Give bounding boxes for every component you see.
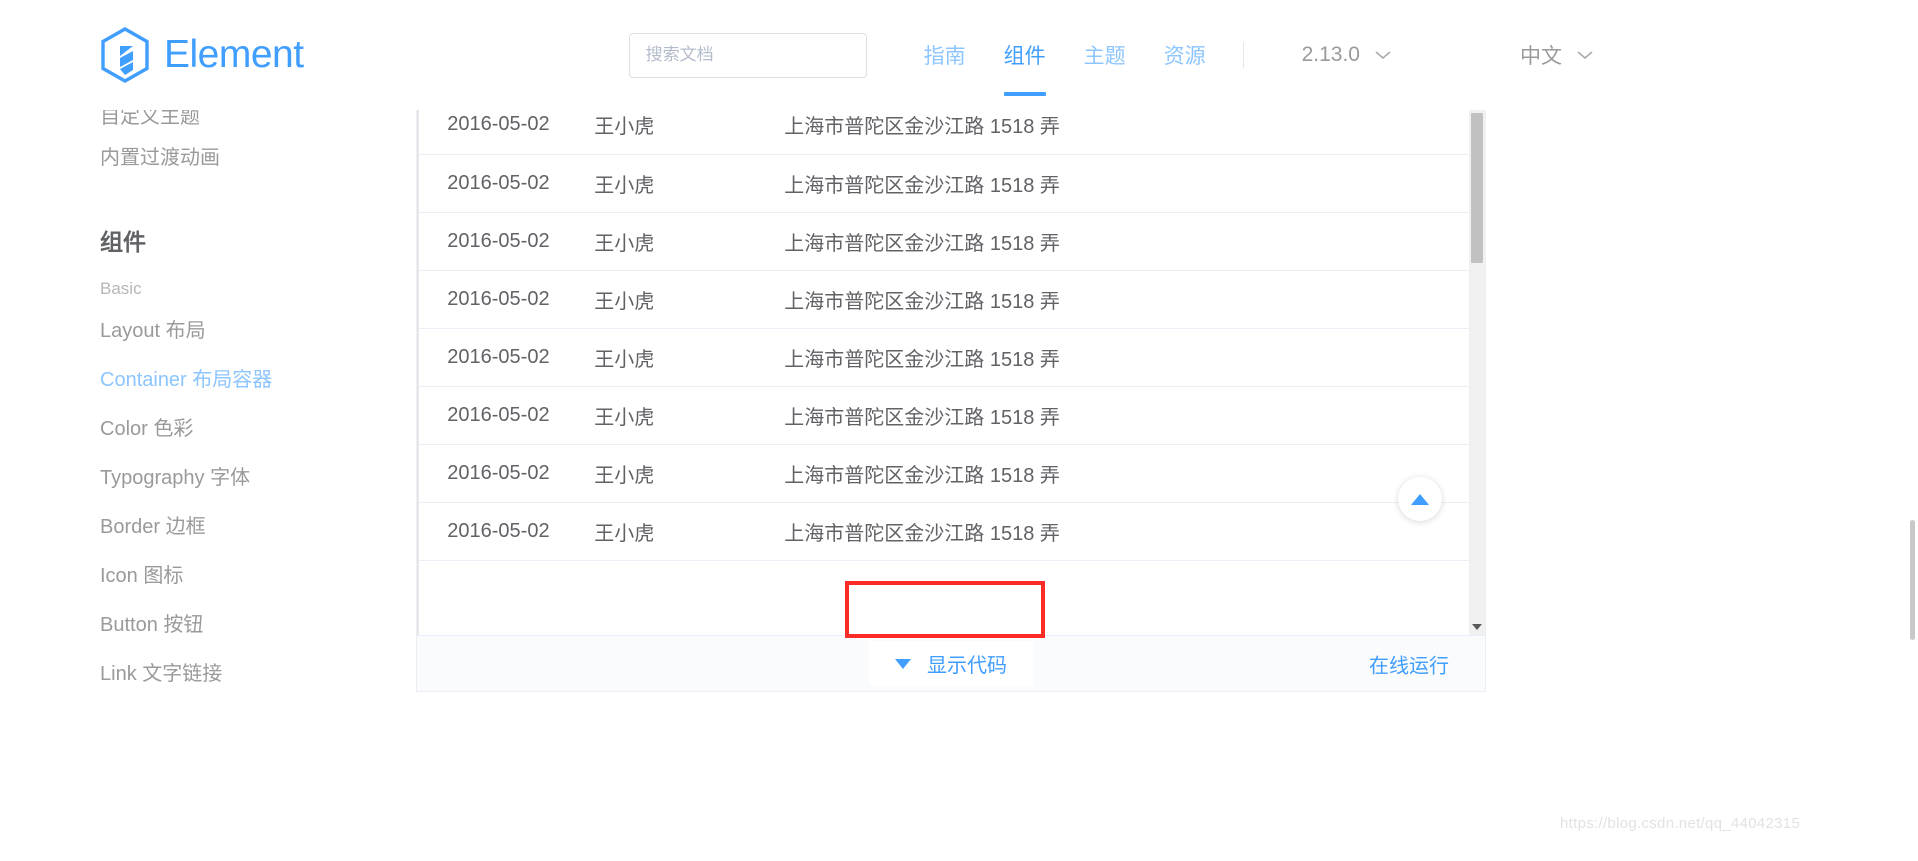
sidebar-item-icon[interactable]: Icon 图标 [100,552,416,601]
cell-name: 王小虎 [594,270,785,329]
sidebar-item-link[interactable]: Link 文字链接 [100,650,416,699]
table-row: 2016-05-02 王小虎 上海市普陀区金沙江路 1518 弄 [419,154,1485,213]
language-label: 中文 [1519,45,1562,68]
main-nav: 指南 组件 主题 资源 [905,0,1225,110]
sidebar-heading-components: 组件 [100,229,146,255]
demo-preview-card: 选项2 分组2 选项3 选项4 [416,95,1486,635]
table-row: 2016-05-02 王小虎 上海市普陀区金沙江路 1518 弄 [419,212,1485,271]
chevron-down-icon [1374,43,1392,67]
sidebar-item-layout[interactable]: Layout 布局 [100,307,416,356]
element-hexagon-logo-icon [100,27,150,83]
cell-address: 上海市普陀区金沙江路 1518 弄 [784,270,1485,329]
language-dropdown[interactable]: 中文 [1510,40,1604,70]
table-row: 2016-05-02 王小虎 上海市普陀区金沙江路 1518 弄 [419,444,1485,503]
version-label: 2.13.0 [1301,43,1360,66]
show-code-label: 显示代码 [927,655,1007,677]
site-header: Element 指南 组件 主题 资源 2.13.0 中文 [0,0,1918,110]
table-body: 2016-05-02 王小虎 上海市普陀区金沙江路 1518 弄 2016-05… [419,96,1485,561]
cell-date: 2016-05-02 [419,328,595,387]
watermark-text: https://blog.csdn.net/qq_44042315 [1560,815,1801,832]
sidebar-group-basic: Basic [100,279,142,298]
cell-address: 上海市普陀区金沙江路 1518 弄 [784,502,1485,561]
scroll-down-arrow-icon[interactable] [1469,618,1485,635]
sidebar-item-transitions[interactable]: 内置过渡动画 [100,134,416,183]
run-online-link[interactable]: 在线运行 [1369,649,1449,678]
brand-name: Element [164,33,304,76]
cell-name: 王小虎 [594,212,785,271]
sidebar-item-custom-theme[interactable]: 自定义主题 [100,110,416,134]
sidebar-item-container[interactable]: Container 布局容器 [100,356,416,405]
cell-name: 王小虎 [594,328,785,387]
nav-item-guide[interactable]: 指南 [905,0,985,110]
brand[interactable]: Element [100,27,304,83]
nav-item-theme[interactable]: 主题 [1065,0,1145,110]
scroll-down-arrow-icon[interactable] [417,618,418,635]
sidebar-item-border[interactable]: Border 边框 [100,503,416,552]
sidebar-item-button[interactable]: Button 按钮 [100,601,416,650]
docs-sidebar: 自定义主题 内置过渡动画 组件 Basic Layout 布局 Containe… [0,110,416,861]
table-row: 2016-05-02 王小虎 上海市普陀区金沙江路 1518 弄 [419,270,1485,329]
triangle-up-icon [1411,493,1429,505]
version-dropdown[interactable]: 2.13.0 [1292,43,1402,67]
cell-address: 上海市普陀区金沙江路 1518 弄 [784,444,1485,503]
cell-date: 2016-05-02 [419,386,595,445]
cell-name: 王小虎 [594,444,785,503]
cell-address: 上海市普陀区金沙江路 1518 弄 [784,386,1485,445]
sidebar-item-typography[interactable]: Typography 字体 [100,454,416,503]
menu-scrollbar[interactable] [417,96,418,635]
show-code-button[interactable]: 显示代码 [869,641,1033,686]
cell-name: 王小虎 [594,502,785,561]
cell-address: 上海市普陀区金沙江路 1518 弄 [784,212,1485,271]
triangle-down-icon [895,658,911,669]
demo-data-table: 2016-05-02 王小虎 上海市普陀区金沙江路 1518 弄 2016-05… [419,96,1485,635]
table-row: 2016-05-02 王小虎 上海市普陀区金沙江路 1518 弄 [419,328,1485,387]
nav-item-resources[interactable]: 资源 [1145,0,1225,110]
chevron-down-icon [1576,43,1594,67]
cell-date: 2016-05-02 [419,502,595,561]
page-scrollbar-thumb[interactable] [1910,520,1915,640]
header-divider [1242,42,1244,68]
search-input[interactable] [628,32,867,78]
demo-code-bar: 显示代码 在线运行 [416,635,1486,692]
cell-date: 2016-05-02 [419,270,595,329]
cell-date: 2016-05-02 [419,444,595,503]
cell-name: 王小虎 [594,154,785,213]
cell-name: 王小虎 [594,386,785,445]
search-box[interactable] [628,32,867,78]
table-scrollbar-thumb[interactable] [1470,113,1483,263]
cell-address: 上海市普陀区金沙江路 1518 弄 [784,328,1485,387]
table-scrollbar[interactable] [1468,96,1485,635]
cell-date: 2016-05-02 [419,212,595,271]
table-row: 2016-05-02 王小虎 上海市普陀区金沙江路 1518 弄 [419,502,1485,561]
cell-address: 上海市普陀区金沙江路 1518 弄 [784,154,1485,213]
cell-date: 2016-05-02 [419,154,595,213]
table-row: 2016-05-02 王小虎 上海市普陀区金沙江路 1518 弄 [419,386,1485,445]
nav-item-components[interactable]: 组件 [985,0,1065,110]
sidebar-item-color[interactable]: Color 色彩 [100,405,416,454]
back-to-top-button[interactable] [1398,477,1442,521]
